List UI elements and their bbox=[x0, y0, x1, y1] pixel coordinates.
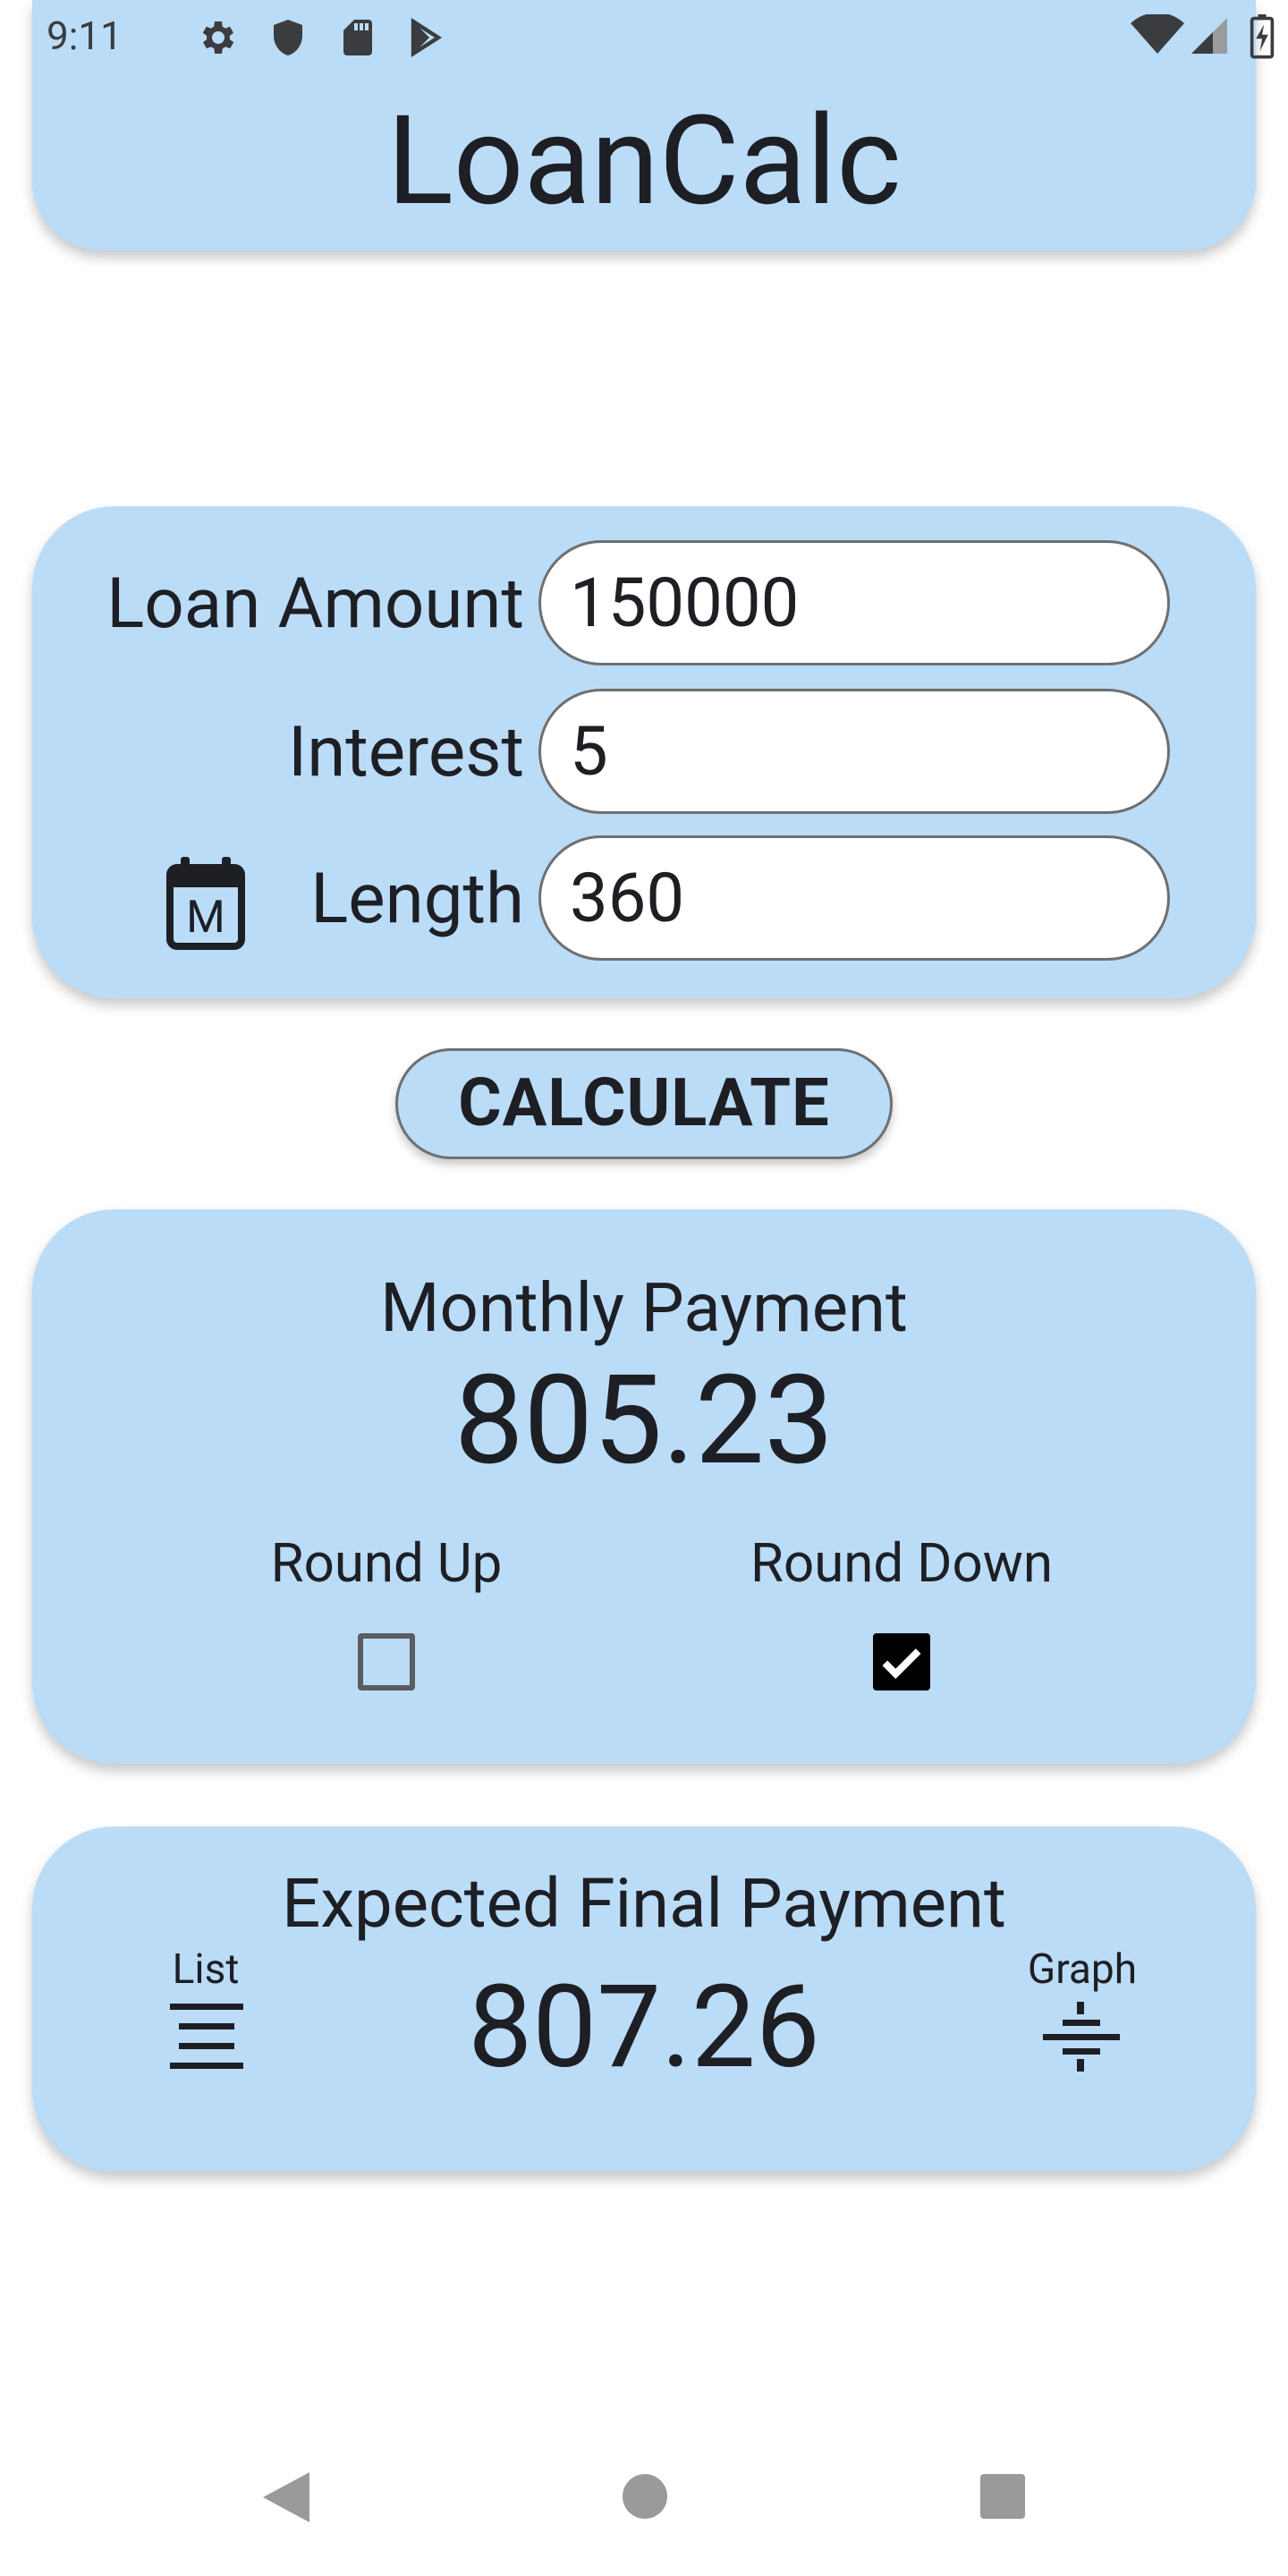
home-icon[interactable] bbox=[621, 2469, 669, 2524]
list-icon[interactable] bbox=[166, 1998, 247, 2079]
length-label: Length bbox=[310, 859, 524, 940]
monthly-payment-card: Monthly Payment 805.23 Round Up Round Do… bbox=[32, 1209, 1256, 1764]
wifi-icon bbox=[1131, 13, 1184, 61]
status-time: 9:11 bbox=[47, 13, 123, 59]
monthly-payment-label: Monthly Payment bbox=[380, 1267, 908, 1348]
graph-icon[interactable] bbox=[1041, 1998, 1122, 2079]
gear-icon bbox=[197, 16, 240, 63]
sd-card-icon bbox=[336, 16, 379, 63]
loan-amount-row: Loan Amount bbox=[32, 540, 1256, 669]
round-down-checkbox[interactable] bbox=[873, 1633, 930, 1690]
interest-label: Interest bbox=[287, 712, 524, 793]
app-header: 9:11 LoanCalc bbox=[32, 0, 1275, 250]
list-label: List bbox=[172, 1945, 240, 1994]
final-payment-label: Expected Final Payment bbox=[282, 1863, 1006, 1944]
battery-charging-icon bbox=[1249, 14, 1275, 63]
interest-row: Interest bbox=[32, 689, 1256, 818]
check-icon bbox=[882, 1648, 921, 1679]
recents-icon[interactable] bbox=[979, 2469, 1027, 2524]
loan-inputs-card: Loan Amount Interest M Length bbox=[32, 506, 1256, 998]
graph-label: Graph bbox=[1027, 1945, 1138, 1994]
interest-input[interactable] bbox=[538, 689, 1170, 814]
calculate-button[interactable]: CALCULATE bbox=[395, 1048, 893, 1159]
loan-amount-label: Loan Amount bbox=[106, 564, 524, 645]
play-store-icon bbox=[404, 16, 447, 63]
round-up-label: Round Up bbox=[270, 1531, 503, 1595]
final-payment-card: Expected Final Payment 807.26 List Graph bbox=[32, 1826, 1256, 2172]
calendar-month-letter: M bbox=[186, 892, 225, 944]
monthly-payment-value: 805.23 bbox=[453, 1348, 835, 1493]
round-up-checkbox[interactable] bbox=[358, 1633, 415, 1690]
length-row: M Length bbox=[32, 835, 1256, 964]
status-bar: 9:11 bbox=[32, 0, 1275, 75]
shield-icon bbox=[267, 16, 309, 63]
round-down-label: Round Down bbox=[750, 1531, 1053, 1595]
app-title: LoanCalc bbox=[386, 89, 902, 233]
cell-signal-icon bbox=[1188, 14, 1231, 61]
length-input[interactable] bbox=[538, 835, 1170, 961]
back-icon[interactable] bbox=[259, 2469, 313, 2529]
calendar-month-icon[interactable]: M bbox=[163, 853, 249, 952]
loan-amount-input[interactable] bbox=[538, 540, 1170, 665]
